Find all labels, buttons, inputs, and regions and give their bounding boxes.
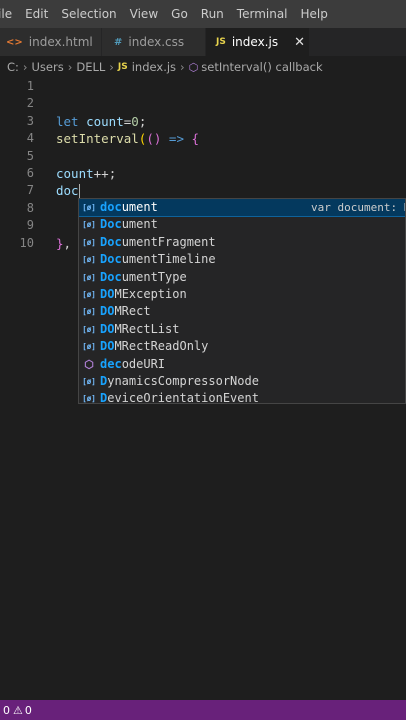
suggestion-widget: [ø]documentvar document: Do[ø]Document[ø… — [78, 198, 406, 404]
line-number: 4 — [26, 131, 34, 146]
suggestion-label: DocumentTimeline — [100, 252, 216, 267]
line-number: 2 — [26, 96, 34, 111]
suggestion-item[interactable]: [ø] document var document: Do — [79, 199, 405, 218]
variable-icon: [ø] — [82, 324, 96, 334]
suggestion-detail: var document: Do — [311, 200, 405, 214]
suggestion-label: DynamicsCompressorNode — [100, 373, 259, 388]
suggestion-item[interactable]: [ø] DocumentTimeline — [79, 251, 405, 268]
menu-terminal[interactable]: Terminal — [237, 7, 288, 21]
suggestion-label: Document — [100, 217, 158, 232]
variable-icon: [ø] — [82, 237, 96, 247]
chevron-right-icon: › — [67, 60, 73, 74]
suggestion-label: DOMRectList — [100, 321, 180, 336]
suggestion-item[interactable]: ⬡ decodeURI — [79, 356, 405, 373]
suggestion-label: DocumentType — [100, 269, 187, 284]
menu-view[interactable]: View — [130, 7, 158, 21]
variable-icon: [ø] — [82, 394, 96, 404]
suggestion-label: DOMRectReadOnly — [100, 339, 209, 354]
breadcrumb-symbol[interactable]: setInterval() callback — [201, 60, 322, 74]
method-cube-icon: ⬡ — [84, 357, 94, 371]
status-bar: 0 ⚠ 0 — [0, 700, 406, 720]
variable-icon: [ø] — [82, 307, 96, 317]
css-file-icon: # — [114, 36, 123, 48]
js-file-icon: JS — [216, 37, 226, 47]
code-line: 2 — [0, 95, 406, 112]
js-file-icon: JS — [117, 62, 128, 72]
breadcrumb-file[interactable]: index.js — [132, 60, 176, 74]
suggestion-item[interactable]: [ø] DOMException — [79, 286, 405, 303]
suggestion-item[interactable]: [ø] DocumentType — [79, 269, 405, 286]
suggestion-item[interactable]: [ø] DynamicsCompressorNode — [79, 373, 405, 390]
code-text: count++; — [56, 166, 117, 181]
tab-index-html[interactable]: <> index.html — [0, 28, 102, 56]
suggestion-item[interactable]: [ø] DeviceOrientationEvent — [79, 390, 405, 404]
suggestion-label: DeviceOrientationEvent — [100, 391, 259, 404]
breadcrumb-dell[interactable]: DELL — [76, 60, 105, 74]
warning-icon: ⚠ — [13, 703, 23, 717]
menu-file[interactable]: File — [0, 7, 12, 21]
suggestion-label: DOMException — [100, 286, 187, 301]
line-number: 5 — [26, 148, 34, 163]
code-line: 6 count++; — [0, 165, 406, 182]
suggestion-item[interactable]: [ø] DOMRectList — [79, 321, 405, 338]
suggestion-item[interactable]: [ø] Document — [79, 216, 405, 233]
variable-icon: [ø] — [82, 289, 96, 299]
html-file-icon: <> — [6, 36, 23, 48]
menu-help[interactable]: Help — [301, 7, 328, 21]
code-text: }(, — [56, 235, 72, 251]
line-number: 8 — [26, 200, 34, 215]
warning-count[interactable]: 0 — [25, 704, 32, 717]
line-number: 9 — [26, 218, 34, 233]
variable-icon: [ø] — [82, 202, 96, 212]
close-icon[interactable]: ✕ — [294, 35, 305, 50]
tab-label: index.css — [128, 35, 185, 49]
error-count[interactable]: 0 — [3, 704, 10, 717]
line-number: 7 — [26, 183, 34, 198]
line-number: 3 — [26, 113, 34, 128]
breadcrumb-users[interactable]: Users — [32, 60, 64, 74]
menu-bar: File Edit Selection View Go Run Terminal… — [0, 0, 406, 28]
chevron-right-icon: › — [109, 60, 114, 74]
line-number: 6 — [26, 166, 34, 180]
tab-label: index.js — [231, 35, 279, 49]
tab-bar: <> index.html # index.css JS index.js ✕ — [0, 28, 406, 56]
suggestion-label: DocumentFragment — [100, 234, 216, 249]
code-line: 4 setInterval(() => { — [0, 130, 406, 147]
suggestion-item[interactable]: [ø] DOMRect — [79, 303, 405, 320]
breadcrumb: C: › Users › DELL › JS index.js › ⬡ setI… — [0, 56, 406, 78]
chevron-right-icon: › — [180, 60, 185, 74]
tab-label: index.html — [28, 35, 93, 49]
variable-icon: [ø] — [82, 220, 96, 230]
code-line: 1 — [0, 78, 406, 95]
code-line: 3 let count=0; — [0, 113, 406, 130]
variable-icon: [ø] — [82, 255, 96, 265]
tab-index-css[interactable]: # index.css — [102, 28, 206, 56]
variable-icon: [ø] — [82, 342, 96, 352]
suggestion-label: decodeURI — [100, 356, 166, 371]
line-number: 1 — [26, 79, 34, 93]
code-text: doc — [56, 183, 80, 200]
menu-edit[interactable]: Edit — [25, 7, 48, 21]
chevron-right-icon: › — [22, 60, 28, 74]
suggestion-item[interactable]: [ø] DocumentFragment — [79, 234, 405, 251]
menu-selection[interactable]: Selection — [61, 7, 116, 21]
suggestion-item[interactable]: [ø] DOMRectReadOnly — [79, 338, 405, 355]
variable-icon: [ø] — [82, 376, 96, 386]
suggestion-label: DOMRect — [100, 304, 151, 319]
suggestion-label: document — [100, 200, 158, 214]
code-text: setInterval(() => { — [56, 131, 200, 147]
code-line: 5 — [0, 148, 406, 165]
menu-go[interactable]: Go — [171, 7, 188, 21]
tab-index-js[interactable]: JS index.js ✕ — [206, 28, 310, 56]
menu-run[interactable]: Run — [201, 7, 224, 21]
variable-icon: [ø] — [82, 272, 96, 282]
breadcrumb-drive[interactable]: C: — [7, 60, 19, 74]
method-cube-icon: ⬡ — [188, 60, 199, 74]
line-number: 10 — [19, 235, 34, 250]
code-text: let count=0; — [56, 113, 147, 129]
